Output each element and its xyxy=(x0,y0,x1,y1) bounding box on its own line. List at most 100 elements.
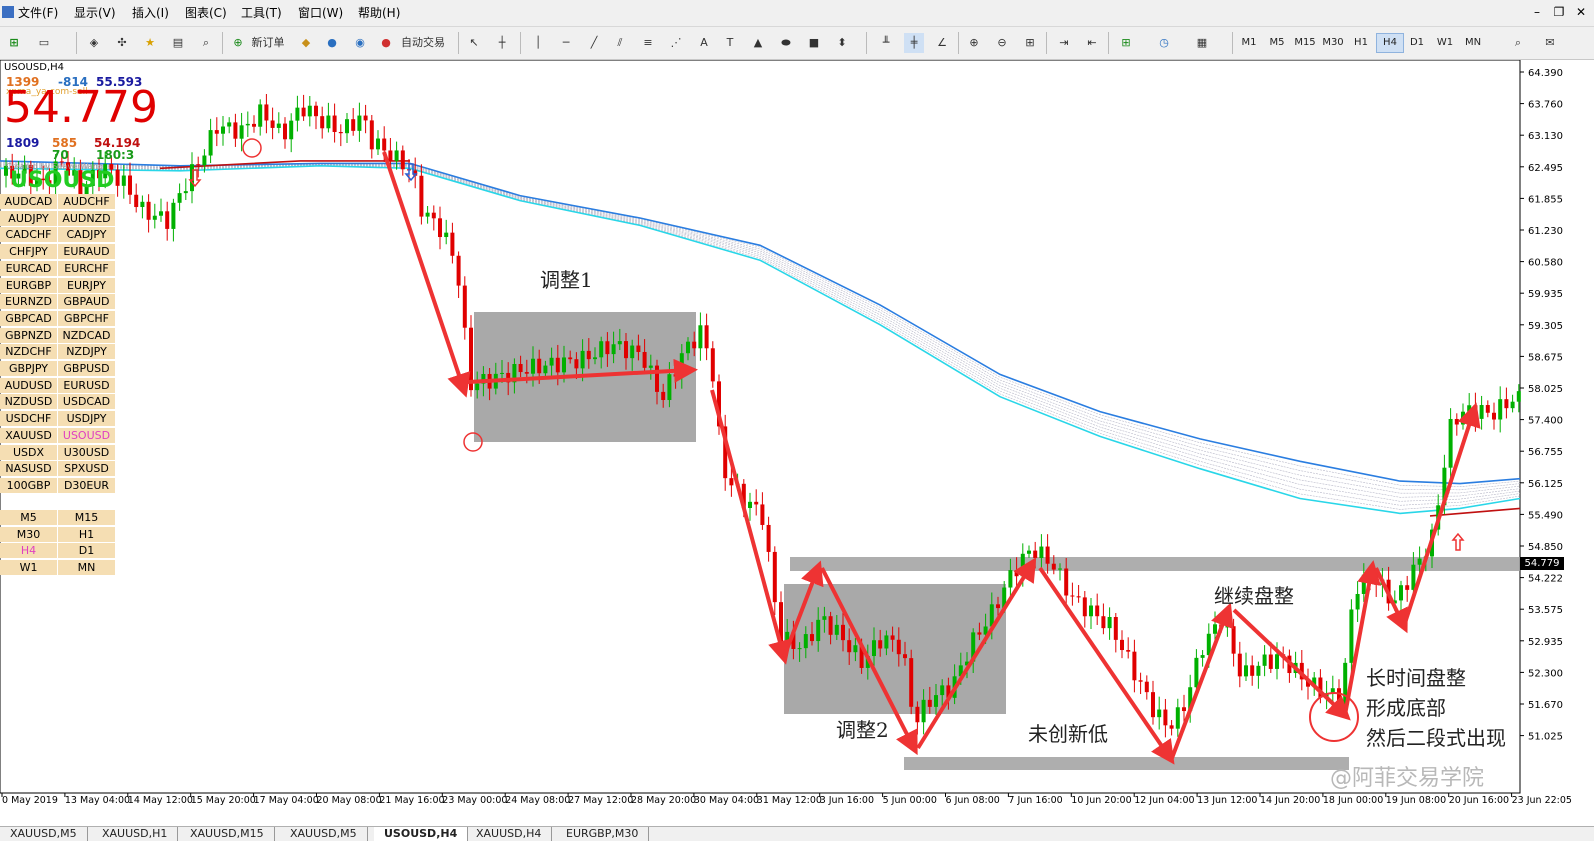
menu-tools[interactable]: 工具(T) xyxy=(241,4,282,21)
profiles-icon[interactable]: ▭ xyxy=(34,33,54,53)
symbol-button-gbpnzd[interactable]: GBPNZD xyxy=(0,327,57,343)
tf-h1[interactable]: H1 xyxy=(1348,33,1374,53)
menu-insert[interactable]: 插入(I) xyxy=(132,4,169,21)
symbol-button-nzdusd[interactable]: NZDUSD xyxy=(0,394,57,410)
tf-m1[interactable]: M1 xyxy=(1236,33,1262,53)
symbol-button-100gbp[interactable]: 100GBP xyxy=(0,477,57,493)
tf-d1[interactable]: D1 xyxy=(1404,33,1430,53)
vertical-line-icon[interactable]: │ xyxy=(528,33,548,53)
symbol-button-usousd[interactable]: USOUSD xyxy=(58,427,115,443)
symbol-button-usdx[interactable]: USDX xyxy=(0,444,57,460)
terminal-icon[interactable]: ▤ xyxy=(168,33,188,53)
symbol-button-gbpchf[interactable]: GBPCHF xyxy=(58,310,115,326)
chat-icon[interactable]: ✉ xyxy=(1540,33,1560,53)
data-window-icon[interactable]: ✣ xyxy=(112,33,132,53)
ellipse-icon[interactable]: ⬬ xyxy=(776,33,796,53)
timeframe-button-m30[interactable]: M30 xyxy=(0,526,57,542)
zoom-in-icon[interactable]: ⊕ xyxy=(964,33,984,53)
tf-m15[interactable]: M15 xyxy=(1292,33,1318,53)
line-chart-icon[interactable]: ∠ xyxy=(932,33,952,53)
tab-chart-4[interactable]: XAUUSD,M5 xyxy=(280,827,368,841)
periods-icon[interactable]: ◷ xyxy=(1154,33,1174,53)
fibo-icon[interactable]: ≡ xyxy=(638,33,658,53)
channel-icon[interactable]: ⫽ xyxy=(610,33,630,53)
symbol-button-gbpcad[interactable]: GBPCAD xyxy=(0,310,57,326)
symbol-button-usdchf[interactable]: USDCHF xyxy=(0,411,57,427)
minimize-icon[interactable]: – xyxy=(1528,3,1546,21)
arrows-icon[interactable]: ⬍ xyxy=(832,33,852,53)
symbol-button-gbpjpy[interactable]: GBPJPY xyxy=(0,361,57,376)
tab-chart-6[interactable]: XAUUSD,H4 xyxy=(466,827,553,841)
menu-charts[interactable]: 图表(C) xyxy=(185,4,227,21)
symbol-button-cadchf[interactable]: CADCHF xyxy=(0,227,57,243)
menu-file[interactable]: 文件(F) xyxy=(18,4,58,21)
symbol-button-nasusd[interactable]: NASUSD xyxy=(0,461,57,477)
metaeditor-icon[interactable]: ◆ xyxy=(296,33,316,53)
zoom-out-icon[interactable]: ⊖ xyxy=(992,33,1012,53)
tile-windows-icon[interactable]: ⊞ xyxy=(1020,33,1040,53)
symbol-button-audusd[interactable]: AUDUSD xyxy=(0,377,57,393)
new-chart-icon[interactable]: ⊞ xyxy=(4,33,24,53)
tf-h4[interactable]: H4 xyxy=(1376,33,1404,53)
tf-m30[interactable]: M30 xyxy=(1320,33,1346,53)
tf-m5[interactable]: M5 xyxy=(1264,33,1290,53)
symbol-button-audchf[interactable]: AUDCHF xyxy=(58,194,115,209)
chart-canvas[interactable]: 64.390 63.760 63.130 62.495 61.855 61.230 60.5… xyxy=(0,59,1594,826)
symbol-button-audnzd[interactable]: AUDNZD xyxy=(58,210,115,226)
signals-icon[interactable]: ● xyxy=(322,33,342,53)
tab-chart-7[interactable]: EURGBP,M30 xyxy=(556,827,650,841)
tf-mn[interactable]: MN xyxy=(1460,33,1486,53)
symbol-button-audcad[interactable]: AUDCAD xyxy=(0,194,57,209)
market-icon[interactable]: ◉ xyxy=(350,33,370,53)
symbol-button-usdjpy[interactable]: USDJPY xyxy=(58,411,115,427)
symbol-button-eurchf[interactable]: EURCHF xyxy=(58,260,115,276)
symbol-button-chfjpy[interactable]: CHFJPY xyxy=(0,244,57,260)
text-icon[interactable]: A xyxy=(694,33,714,53)
tester-icon[interactable]: ⌕ xyxy=(196,33,216,53)
symbol-button-spxusd[interactable]: SPXUSD xyxy=(58,461,115,477)
timeframe-button-m15[interactable]: M15 xyxy=(58,510,115,525)
tab-chart-5[interactable]: USOUSD,H4 xyxy=(374,827,469,841)
timeframe-button-h1[interactable]: H1 xyxy=(58,526,115,542)
symbol-button-cadjpy[interactable]: CADJPY xyxy=(58,227,115,243)
symbol-button-gbpaud[interactable]: GBPAUD xyxy=(58,294,115,310)
symbol-button-audjpy[interactable]: AUDJPY xyxy=(0,210,57,226)
templates-icon[interactable]: ▦ xyxy=(1192,33,1212,53)
chart-shift-icon[interactable]: ⇤ xyxy=(1082,33,1102,53)
symbol-button-nzdchf[interactable]: NZDCHF xyxy=(0,344,57,360)
menu-help[interactable]: 帮助(H) xyxy=(358,4,400,21)
horizontal-line-icon[interactable]: ─ xyxy=(556,33,576,53)
auto-trading-icon[interactable]: ● xyxy=(376,33,396,53)
symbol-button-nzdcad[interactable]: NZDCAD xyxy=(58,327,115,343)
new-order-button[interactable]: 新订单 xyxy=(248,33,288,53)
cursor-icon[interactable]: ↖ xyxy=(464,33,484,53)
timeframe-button-h4[interactable]: H4 xyxy=(0,543,57,559)
timeframe-button-d1[interactable]: D1 xyxy=(58,543,115,559)
timeframe-button-mn[interactable]: MN xyxy=(58,560,115,576)
crosshair-icon[interactable]: ┼ xyxy=(492,33,512,53)
market-watch-icon[interactable]: ◈ xyxy=(84,33,104,53)
symbol-button-eurusd[interactable]: EURUSD xyxy=(58,377,115,393)
timeframe-button-m5[interactable]: M5 xyxy=(0,510,57,525)
symbol-button-eurjpy[interactable]: EURJPY xyxy=(58,277,115,293)
bar-chart-icon[interactable]: ╨ xyxy=(876,33,896,53)
autoscroll-icon[interactable]: ⇥ xyxy=(1054,33,1074,53)
search-icon[interactable]: ⌕ xyxy=(1508,33,1528,53)
chart-window[interactable]: 64.390 63.760 63.130 62.495 61.855 61.230 60.5… xyxy=(0,59,1594,826)
symbol-button-eurgbp[interactable]: EURGBP xyxy=(0,277,57,293)
symbol-button-nzdjpy[interactable]: NZDJPY xyxy=(58,344,115,360)
symbol-button-euraud[interactable]: EURAUD xyxy=(58,244,115,260)
tf-w1[interactable]: W1 xyxy=(1432,33,1458,53)
tab-chart-3[interactable]: XAUUSD,M15 xyxy=(180,827,275,841)
symbol-button-xauusd[interactable]: XAUUSD xyxy=(0,427,57,443)
symbol-button-d30eur[interactable]: D30EUR xyxy=(58,477,115,493)
symbol-button-usdcad[interactable]: USDCAD xyxy=(58,394,115,410)
timeframe-button-w1[interactable]: W1 xyxy=(0,560,57,576)
menu-view[interactable]: 显示(V) xyxy=(74,4,116,21)
symbol-button-eurnzd[interactable]: EURNZD xyxy=(0,294,57,310)
restore-icon[interactable]: ❐ xyxy=(1550,3,1568,21)
navigator-icon[interactable]: ★ xyxy=(140,33,160,53)
rectangle-icon[interactable]: ■ xyxy=(804,33,824,53)
candlestick-icon[interactable]: ╪ xyxy=(904,33,924,53)
new-order-icon[interactable]: ⊕ xyxy=(228,33,248,53)
